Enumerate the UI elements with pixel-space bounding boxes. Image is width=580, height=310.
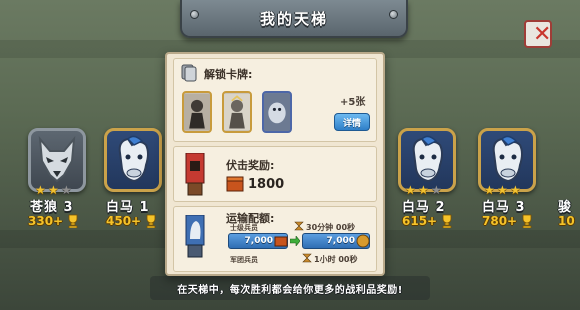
trophy-icon <box>522 214 532 228</box>
resource-box-icon <box>226 176 244 192</box>
wolf-icon <box>38 135 76 183</box>
rivet-icon <box>389 10 398 19</box>
row1-time: 30分钟 00秒 <box>306 223 356 232</box>
trophy-icon <box>146 214 156 228</box>
trophy-count: 780+ <box>482 214 518 228</box>
horse-banner-icon <box>185 215 205 258</box>
horse-icon <box>412 135 443 183</box>
trophy-count: 10 <box>558 214 575 228</box>
star-icon: ★ <box>405 183 416 197</box>
arena-trophy-horse-2: 615+ <box>402 214 454 228</box>
arena-horse-1[interactable] <box>104 128 162 192</box>
trophy-icon <box>442 214 452 228</box>
rivet-icon <box>190 10 199 19</box>
beast-icon <box>264 93 290 131</box>
star-icon: ★ <box>484 183 495 197</box>
resource-box-icon <box>274 236 288 247</box>
page-title: 我的天梯 <box>259 9 328 28</box>
star-icon: ★ <box>48 183 59 197</box>
crate-banner-icon <box>185 153 205 196</box>
trophy-count: 330+ <box>28 214 64 228</box>
coin-icon <box>356 234 370 248</box>
footer-hint: 在天梯中，每次胜利都会给你更多的战利品奖励! <box>0 276 580 300</box>
reward-amount: 1800 <box>248 177 285 192</box>
arena-trophy-wolf: 330+ <box>28 214 80 228</box>
arena-name-wolf: 苍狼 3 <box>30 200 74 215</box>
reward-title: 伏击奖励: <box>226 159 275 172</box>
transport-section: 运输配额: 士级兵员 30分钟 00秒 7,000 7,000 军团兵员 1小时… <box>173 206 377 272</box>
unlock-card-1[interactable] <box>182 91 212 133</box>
row2-time: 1小时 00秒 <box>314 255 358 264</box>
detail-button[interactable]: 详情 <box>334 113 370 131</box>
trophy-count: 615+ <box>402 214 438 228</box>
close-icon: ✕ <box>524 20 552 48</box>
close-button[interactable]: ✕ <box>514 8 558 52</box>
quota-right-value: 7,000 <box>326 236 355 246</box>
star-icon: ★ <box>510 183 521 197</box>
stars-horse-2: ★ ★ ★ <box>405 184 443 196</box>
arena-detail-panel: 解锁卡牌: +5张 详情 伏击奖励: 1800 运输配额: 士级兵员 30分钟 … <box>165 52 385 276</box>
row1-label: 士级兵员 <box>230 224 258 232</box>
arena-name-horse-2: 白马 2 <box>402 200 446 215</box>
warrior-icon <box>184 93 210 131</box>
star-icon: ★ <box>35 183 46 197</box>
trophy-count: 450+ <box>106 214 142 228</box>
quota-left-value: 7,000 <box>244 236 273 246</box>
arena-trophy-next: 10 <box>558 214 575 228</box>
knight-icon <box>224 93 250 131</box>
horse-icon <box>118 135 149 183</box>
arena-trophy-horse-3: 780+ <box>482 214 534 228</box>
arena-name-horse-1: 白马 1 <box>106 200 150 215</box>
unlock-section: 解锁卡牌: +5张 详情 <box>173 58 377 142</box>
arrow-right-icon <box>290 236 300 246</box>
star-icon: ★ <box>431 183 442 197</box>
stars-wolf: ★ ★ ★ <box>35 184 73 196</box>
unlock-title: 解锁卡牌: <box>204 68 253 81</box>
horse-icon <box>492 135 523 183</box>
reward-section: 伏击奖励: 1800 <box>173 146 377 202</box>
stars-horse-3: ★ ★ ★ <box>484 184 522 196</box>
unlock-card-3[interactable] <box>262 91 292 133</box>
arena-name-next: 骏 <box>558 200 573 215</box>
row2-label: 军团兵员 <box>230 256 258 264</box>
star-icon: ★ <box>497 183 508 197</box>
title-bar: 我的天梯 <box>180 0 408 38</box>
trophy-icon <box>68 214 78 228</box>
unlock-card-2[interactable] <box>222 91 252 133</box>
footer-text: 在天梯中，每次胜利都会给你更多的战利品奖励! <box>177 284 403 296</box>
star-icon: ★ <box>418 183 429 197</box>
arena-name-horse-3: 白马 3 <box>482 200 526 215</box>
unlock-count: +5张 <box>340 97 366 108</box>
arena-trophy-horse-1: 450+ <box>106 214 158 228</box>
star-icon: ★ <box>61 183 72 197</box>
card-deck-icon <box>181 64 197 82</box>
hourglass-icon <box>294 221 304 231</box>
hourglass-icon <box>302 253 312 263</box>
